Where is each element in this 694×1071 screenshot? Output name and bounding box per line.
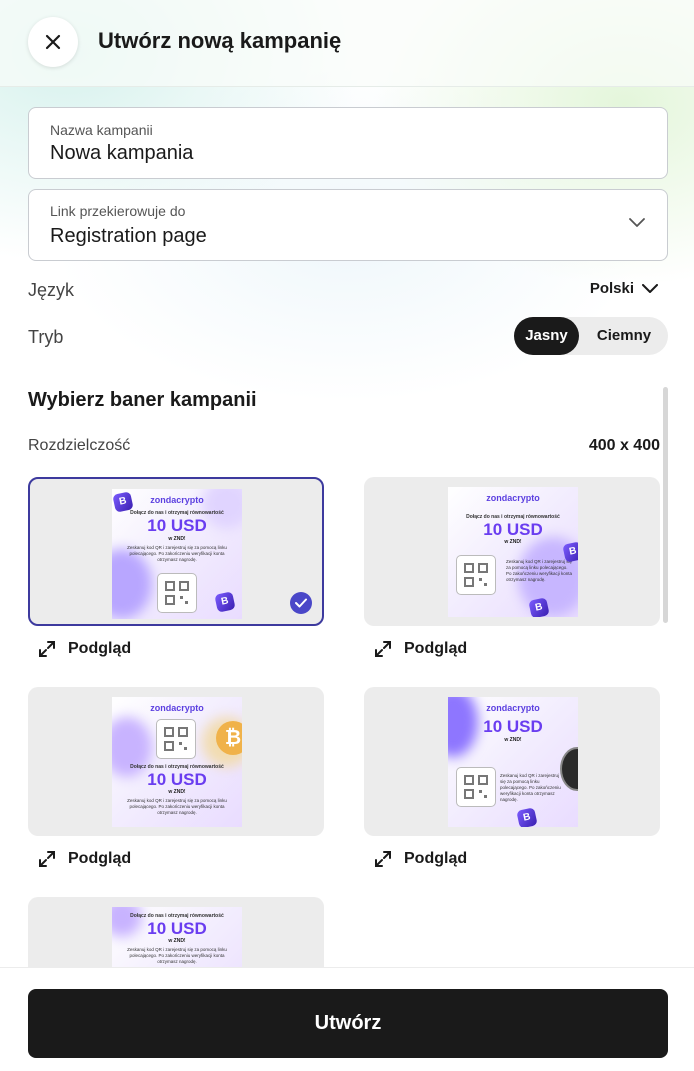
banner-sub: w ZND! bbox=[504, 737, 522, 743]
banner-amount: 10 USD bbox=[483, 717, 543, 736]
banner-amount: 10 USD bbox=[147, 919, 207, 938]
bitcoin-icon: ₿ bbox=[216, 721, 242, 755]
coin-icon: B bbox=[562, 541, 578, 563]
redirect-label: Link przekierowuje do bbox=[50, 203, 186, 219]
create-button[interactable]: Utwórz bbox=[28, 989, 668, 1058]
preview-label: Podgląd bbox=[404, 850, 468, 867]
language-label: Język bbox=[28, 280, 75, 300]
banner-sub: w ZND! bbox=[504, 539, 522, 545]
campaign-name-input[interactable]: Nowa kampania bbox=[50, 142, 193, 165]
banner-logo: zondacrypto bbox=[150, 495, 204, 505]
banner-thumbnail: zondacrypto 10 USD w ZND! Zeskanuj kod Q… bbox=[448, 697, 578, 827]
banner-description: Zeskanuj kod QR i zarejestruj się za pom… bbox=[500, 773, 561, 802]
language-select[interactable]: Polski bbox=[590, 280, 658, 297]
qr-code-icon bbox=[456, 555, 496, 595]
banner-thumbnail: B zondacrypto Dołącz do nas i otrzymaj r… bbox=[112, 489, 242, 619]
banner-amount: 10 USD bbox=[147, 770, 207, 789]
close-icon bbox=[45, 34, 61, 50]
resolution-value: 400 x 400 bbox=[588, 437, 660, 454]
redirect-select[interactable]: Link przekierowuje do Registration page bbox=[28, 189, 668, 261]
banner-logo: zondacrypto bbox=[150, 703, 204, 713]
coin-icon: B bbox=[528, 597, 550, 617]
coin-icon: B bbox=[516, 807, 538, 827]
mode-toggle: Jasny Ciemny bbox=[514, 317, 668, 355]
header: Utwórz nową kampanię bbox=[0, 0, 694, 87]
expand-icon bbox=[39, 851, 55, 867]
page-title: Utwórz nową kampanię bbox=[98, 28, 342, 53]
expand-icon bbox=[39, 641, 55, 657]
mode-option-light[interactable]: Jasny bbox=[514, 317, 579, 355]
banner-description: Zeskanuj kod QR i zarejestruj się za pom… bbox=[506, 559, 573, 582]
preview-label: Podgląd bbox=[68, 850, 132, 867]
chevron-down-icon bbox=[629, 218, 645, 227]
qr-code-icon bbox=[157, 573, 197, 613]
preview-button-3[interactable]: Podgląd bbox=[38, 850, 131, 868]
language-value: Polski bbox=[589, 280, 634, 297]
expand-icon bbox=[375, 851, 391, 867]
banner-option-1[interactable]: B zondacrypto Dołącz do nas i otrzymaj r… bbox=[28, 477, 324, 626]
banner-logo: zondacrypto bbox=[486, 493, 540, 503]
expand-icon bbox=[375, 641, 391, 657]
preview-label: Podgląd bbox=[68, 640, 132, 657]
preview-button-1[interactable]: Podgląd bbox=[38, 640, 131, 658]
banner-sub: w ZND! bbox=[168, 536, 186, 542]
preview-button-4[interactable]: Podgląd bbox=[374, 850, 467, 868]
banner-option-3[interactable]: zondacrypto Dołącz do nas i otrzymaj rów… bbox=[28, 687, 324, 836]
banner-sub: w ZND! bbox=[168, 938, 186, 944]
mode-option-dark[interactable]: Ciemny bbox=[584, 317, 664, 355]
coin-icon: B bbox=[214, 591, 236, 613]
banner-amount: 10 USD bbox=[147, 516, 207, 535]
campaign-name-label: Nazwa kampanii bbox=[50, 122, 153, 138]
banner-description: Zeskanuj kod QR i zarejestruj się za pom… bbox=[127, 798, 227, 815]
footer: Utwórz bbox=[0, 967, 694, 1071]
mode-label: Tryb bbox=[28, 327, 64, 347]
banner-logo: zondacrypto bbox=[486, 703, 540, 713]
banner-option-4[interactable]: zondacrypto 10 USD w ZND! Zeskanuj kod Q… bbox=[364, 687, 660, 836]
banner-amount: 10 USD bbox=[483, 520, 543, 539]
close-button[interactable] bbox=[28, 17, 78, 67]
preview-label: Podgląd bbox=[404, 640, 468, 657]
banner-sub: w ZND! bbox=[168, 789, 186, 795]
banner-section-title: Wybierz baner kampanii bbox=[28, 389, 257, 411]
checkmark-icon bbox=[290, 592, 312, 614]
resolution-label: Rozdzielczość bbox=[28, 437, 131, 454]
chevron-down-icon bbox=[642, 283, 658, 293]
banner-description: Zeskanuj kod QR i zarejestruj się za pom… bbox=[127, 545, 227, 562]
scrollbar[interactable] bbox=[663, 387, 668, 623]
banner-thumbnail: zondacrypto Dołącz do nas i otrzymaj rów… bbox=[112, 697, 242, 827]
qr-code-icon bbox=[156, 719, 196, 759]
campaign-name-field[interactable]: Nazwa kampanii Nowa kampania bbox=[28, 107, 668, 179]
redirect-value: Registration page bbox=[50, 225, 207, 247]
preview-button-2[interactable]: Podgląd bbox=[374, 640, 467, 658]
banner-option-2[interactable]: zondacrypto Dołącz do nas i otrzymaj rów… bbox=[364, 477, 660, 626]
qr-code-icon bbox=[456, 767, 496, 807]
banner-thumbnail: zondacrypto Dołącz do nas i otrzymaj rów… bbox=[448, 487, 578, 617]
banner-description: Zeskanuj kod QR i zarejestruj się za pom… bbox=[127, 947, 227, 964]
